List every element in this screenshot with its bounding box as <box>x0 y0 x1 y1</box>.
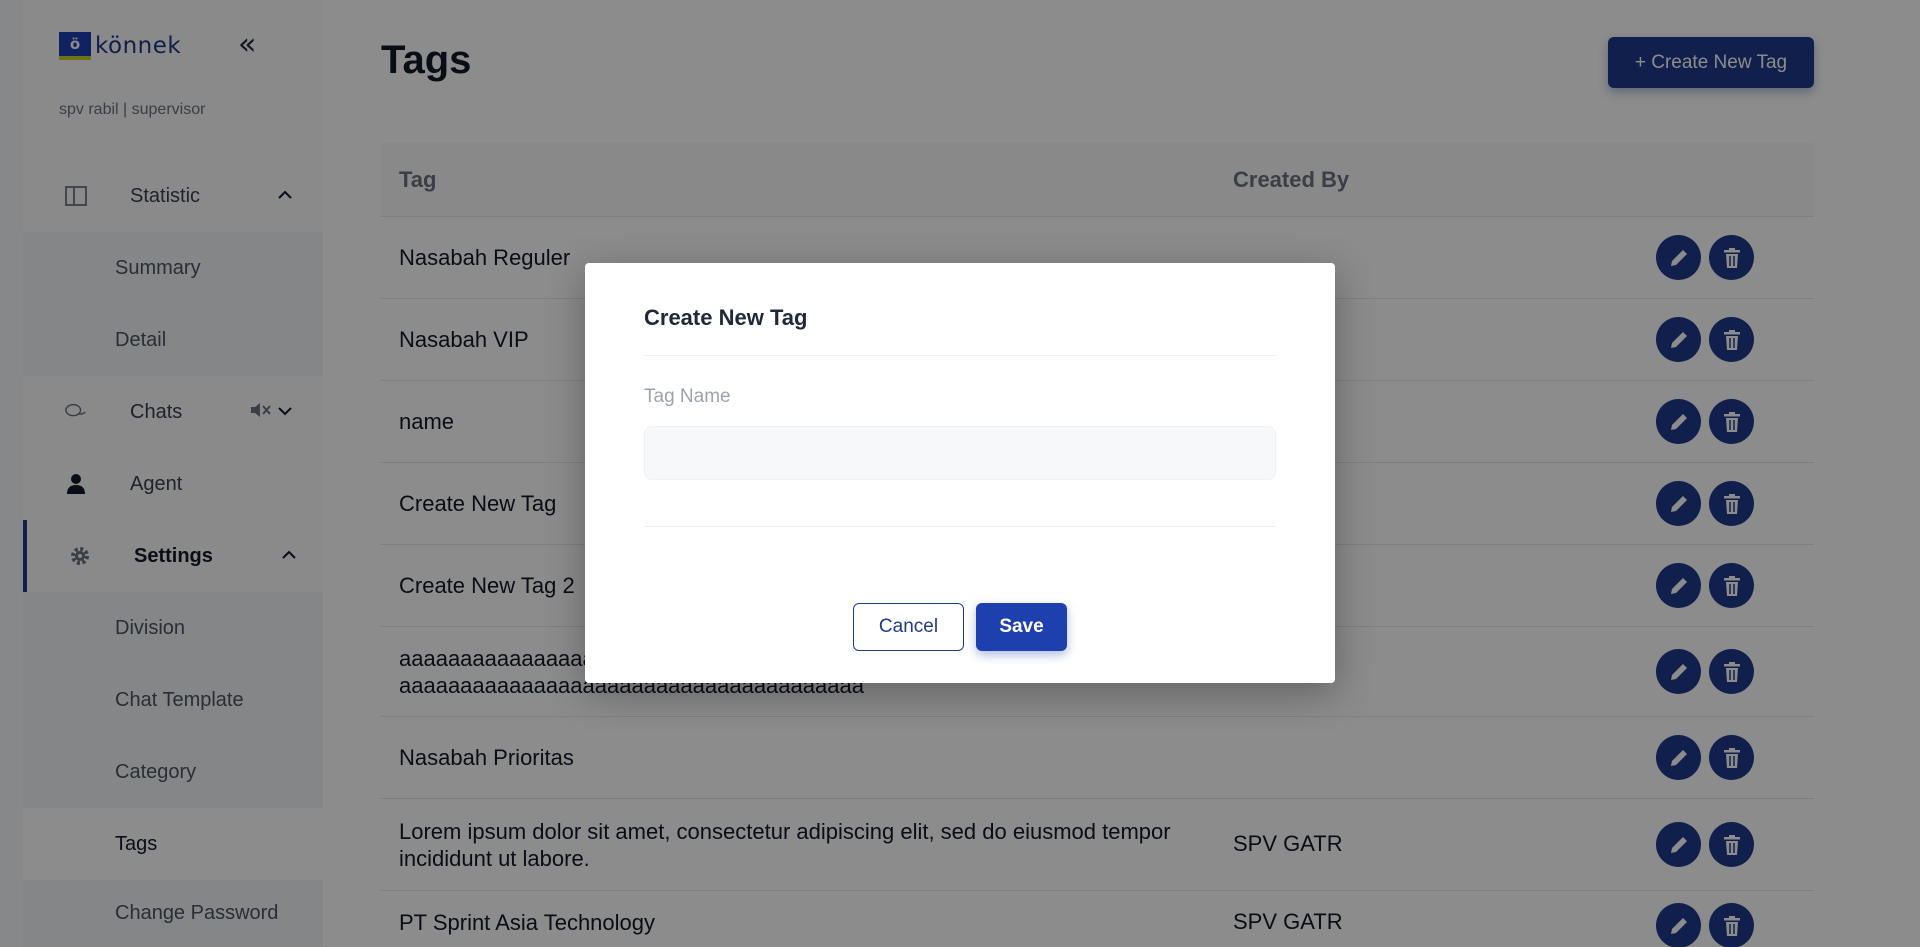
save-button[interactable]: Save <box>976 603 1067 651</box>
create-tag-modal: Create New Tag Tag Name Cancel Save <box>585 263 1335 683</box>
modal-title: Create New Tag <box>644 305 808 330</box>
modal-divider <box>644 355 1276 356</box>
cancel-button[interactable]: Cancel <box>853 603 964 651</box>
tag-name-input[interactable] <box>644 426 1276 480</box>
tag-name-label: Tag Name <box>644 386 731 407</box>
modal-divider <box>644 526 1276 527</box>
